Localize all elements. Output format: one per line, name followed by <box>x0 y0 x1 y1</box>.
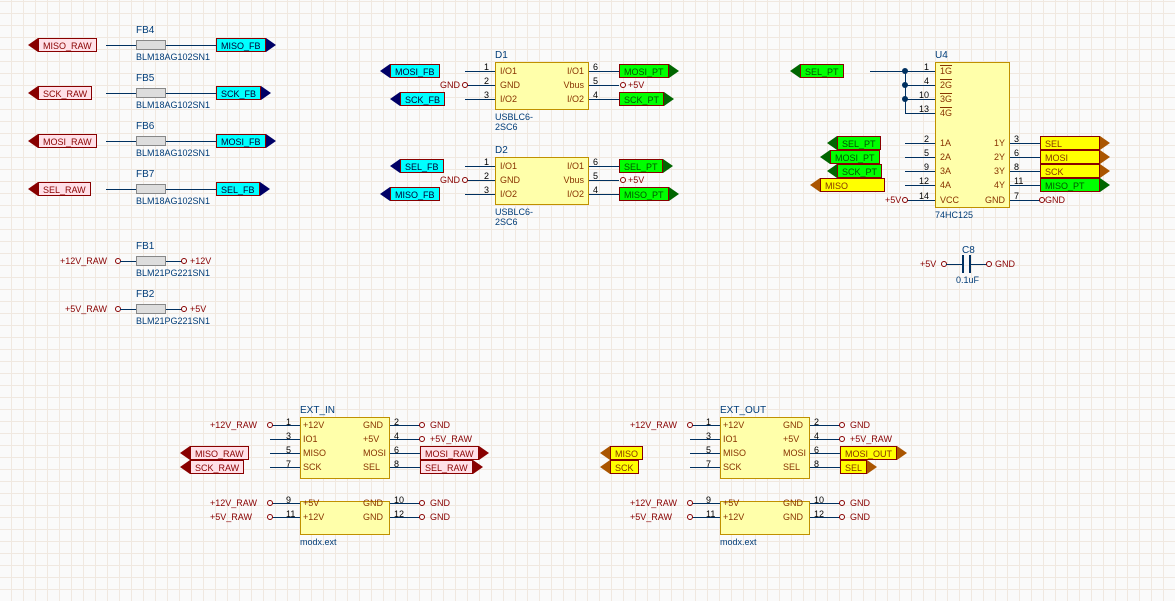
fb7-body <box>136 184 166 194</box>
fb5-body <box>136 88 166 98</box>
fb4-body <box>136 40 166 50</box>
net-mosi-fb: MOSI_FB <box>216 134 276 148</box>
u4-a1-net: SEL_PT <box>827 136 881 150</box>
u4-a3-net: SCK_PT <box>827 164 882 178</box>
fb6-part: BLM18AG102SN1 <box>136 148 210 158</box>
u4-vcc: +5V <box>885 195 901 205</box>
c8-left: +5V <box>920 259 936 269</box>
fb1-in: +12V_RAW <box>60 256 107 266</box>
net-sck-fb: SCK_FB <box>216 86 271 100</box>
fb2-in: +5V_RAW <box>65 304 107 314</box>
ext-out-part: modx.ext <box>720 537 757 547</box>
fb4-part: BLM18AG102SN1 <box>136 52 210 62</box>
d2-box: I/O1 GND I/O2 I/O1 Vbus I/O2 <box>495 157 589 205</box>
u4-box: 1G 2G 3G 4G 1A 2A 3A 4A 1Y 2Y 3Y 4Y VCC … <box>935 62 1010 208</box>
fb2-body <box>136 304 166 314</box>
ext-in-ref: EXT_IN <box>300 405 335 416</box>
c8-right: GND <box>995 259 1015 269</box>
d1-ref: D1 <box>495 50 508 61</box>
c8-val: 0.1uF <box>956 275 979 285</box>
fb1-ref: FB1 <box>136 241 154 252</box>
u4-a2-net: MOSI_PT <box>820 150 880 164</box>
d2-ref: D2 <box>495 145 508 156</box>
ext-out-ref: EXT_OUT <box>720 405 766 416</box>
fb2-out: +5V <box>190 304 206 314</box>
d2-p6-net: SEL_PT <box>619 159 673 173</box>
u4-part: 74HC125 <box>935 210 973 220</box>
u4-y3-net: SCK <box>1040 164 1110 178</box>
net-sel-raw: SEL_RAW <box>28 182 91 196</box>
d1-p5-net: +5V <box>628 80 644 90</box>
u4-y2-net: MOSI <box>1040 150 1110 164</box>
fb6-ref: FB6 <box>136 121 154 132</box>
d1-p3-net: SCK_FB <box>390 92 445 106</box>
d2-p2-net: GND <box>440 175 460 185</box>
net-sel-fb: SEL_FB <box>216 182 270 196</box>
net-sck-raw: SCK_RAW <box>28 86 92 100</box>
fb1-out: +12V <box>190 256 211 266</box>
fb5-part: BLM18AG102SN1 <box>136 100 210 110</box>
fb6-body <box>136 136 166 146</box>
u4-y4-net: MISO_PT <box>1040 178 1110 192</box>
net-mosi-raw: MOSI_RAW <box>28 134 97 148</box>
d1-p6-net: MOSI_PT <box>619 64 679 78</box>
u4-y1-net: SEL <box>1040 136 1110 150</box>
d1-p1-net: MOSI_FB <box>380 64 440 78</box>
u4-g-net: SEL_PT <box>790 64 844 78</box>
net-miso-fb: MISO_FB <box>216 38 276 52</box>
fb1-body <box>136 256 166 266</box>
d2-p3-net: MISO_FB <box>380 187 440 201</box>
d1-box: I/O1 GND I/O2 I/O1 Vbus I/O2 <box>495 62 589 110</box>
d1-p4-net: SCK_PT <box>619 92 674 106</box>
fb7-part: BLM18AG102SN1 <box>136 196 210 206</box>
fb4-ref: FB4 <box>136 25 154 36</box>
u4-a4-net: MISO <box>810 178 885 192</box>
u4-ref: U4 <box>935 50 948 61</box>
d2-p1-net: SEL_FB <box>390 159 444 173</box>
d2-part: USBLC6-2SC6 <box>495 207 533 227</box>
ext-in-part: modx.ext <box>300 537 337 547</box>
d1-part: USBLC6-2SC6 <box>495 112 533 132</box>
d1-p2-net: GND <box>440 80 460 90</box>
fb2-ref: FB2 <box>136 289 154 300</box>
u4-gnd: GND <box>1045 195 1065 205</box>
d2-p5-net: +5V <box>628 175 644 185</box>
fb5-ref: FB5 <box>136 73 154 84</box>
fb2-part: BLM21PG221SN1 <box>136 316 210 326</box>
fb7-ref: FB7 <box>136 169 154 180</box>
net-miso-raw: MISO_RAW <box>28 38 97 52</box>
d2-p4-net: MISO_PT <box>619 187 679 201</box>
fb1-part: BLM21PG221SN1 <box>136 268 210 278</box>
